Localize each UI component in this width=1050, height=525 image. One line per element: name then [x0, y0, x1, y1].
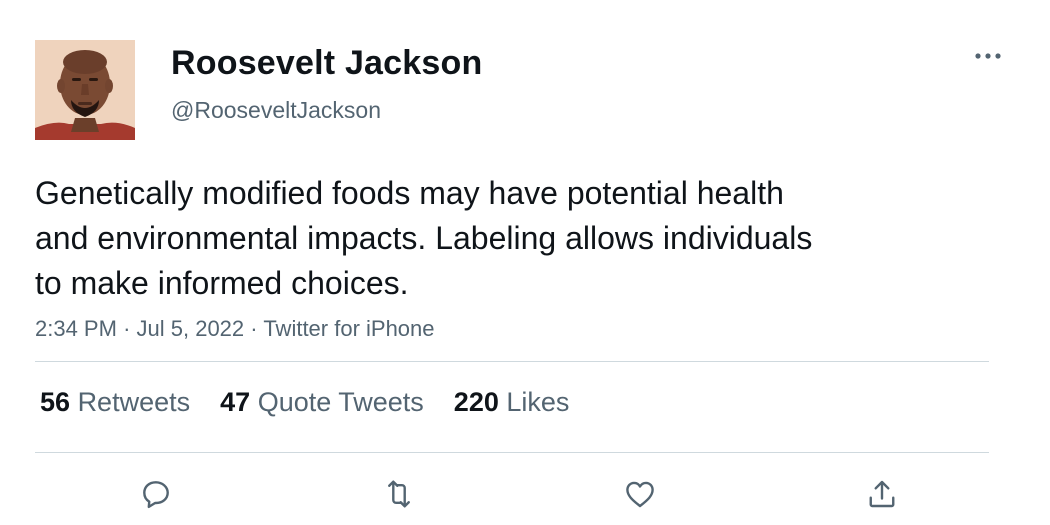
share-icon — [869, 480, 895, 508]
reply-button[interactable] — [136, 474, 176, 514]
tweet-text-line: to make informed choices. — [35, 265, 409, 301]
meta-separator: · — [123, 316, 131, 341]
heart-icon — [626, 481, 654, 508]
likes-label: Likes — [506, 387, 570, 417]
divider — [35, 452, 989, 453]
likes-count: 220 — [453, 387, 499, 417]
avatar[interactable] — [35, 40, 135, 140]
meta-separator: · — [250, 316, 258, 341]
share-button[interactable] — [862, 474, 902, 514]
tweet-card: Roosevelt Jackson @RooseveltJackson Gene… — [0, 0, 1050, 525]
author-display-name[interactable]: Roosevelt Jackson — [171, 44, 482, 83]
more-options-button[interactable] — [968, 42, 1008, 70]
quote-tweets-label: Quote Tweets — [257, 387, 424, 417]
tweet-date[interactable]: Jul 5, 2022 — [137, 316, 245, 341]
tweet-text-line: and environmental impacts. Labeling allo… — [35, 220, 813, 256]
retweets-label: Retweets — [77, 387, 191, 417]
author-handle[interactable]: @RooseveltJackson — [171, 97, 381, 124]
tweet-source[interactable]: Twitter for iPhone — [263, 316, 434, 341]
profile-photo-icon — [35, 40, 135, 140]
quote-tweets-count: 47 — [220, 387, 251, 417]
likes-stat[interactable]: 220 Likes — [454, 387, 570, 418]
tweet-text-line: Genetically modified foods may have pote… — [35, 175, 784, 211]
retweet-icon — [388, 480, 410, 508]
like-button[interactable] — [620, 474, 660, 514]
retweets-stat[interactable]: 56 Retweets — [40, 387, 190, 418]
divider — [35, 361, 989, 362]
tweet-text: Genetically modified foods may have pote… — [35, 171, 935, 306]
quote-tweets-stat[interactable]: 47 Quote Tweets — [220, 387, 424, 418]
tweet-time[interactable]: 2:34 PM — [35, 316, 117, 341]
retweet-button[interactable] — [379, 474, 419, 514]
more-horizontal-icon — [975, 53, 1001, 59]
retweets-count: 56 — [40, 387, 71, 417]
engagement-stats: 56 Retweets 47 Quote Tweets 220 Likes — [40, 387, 599, 418]
reply-icon — [143, 481, 169, 509]
tweet-metadata: 2:34 PM · Jul 5, 2022 · Twitter for iPho… — [35, 316, 435, 342]
